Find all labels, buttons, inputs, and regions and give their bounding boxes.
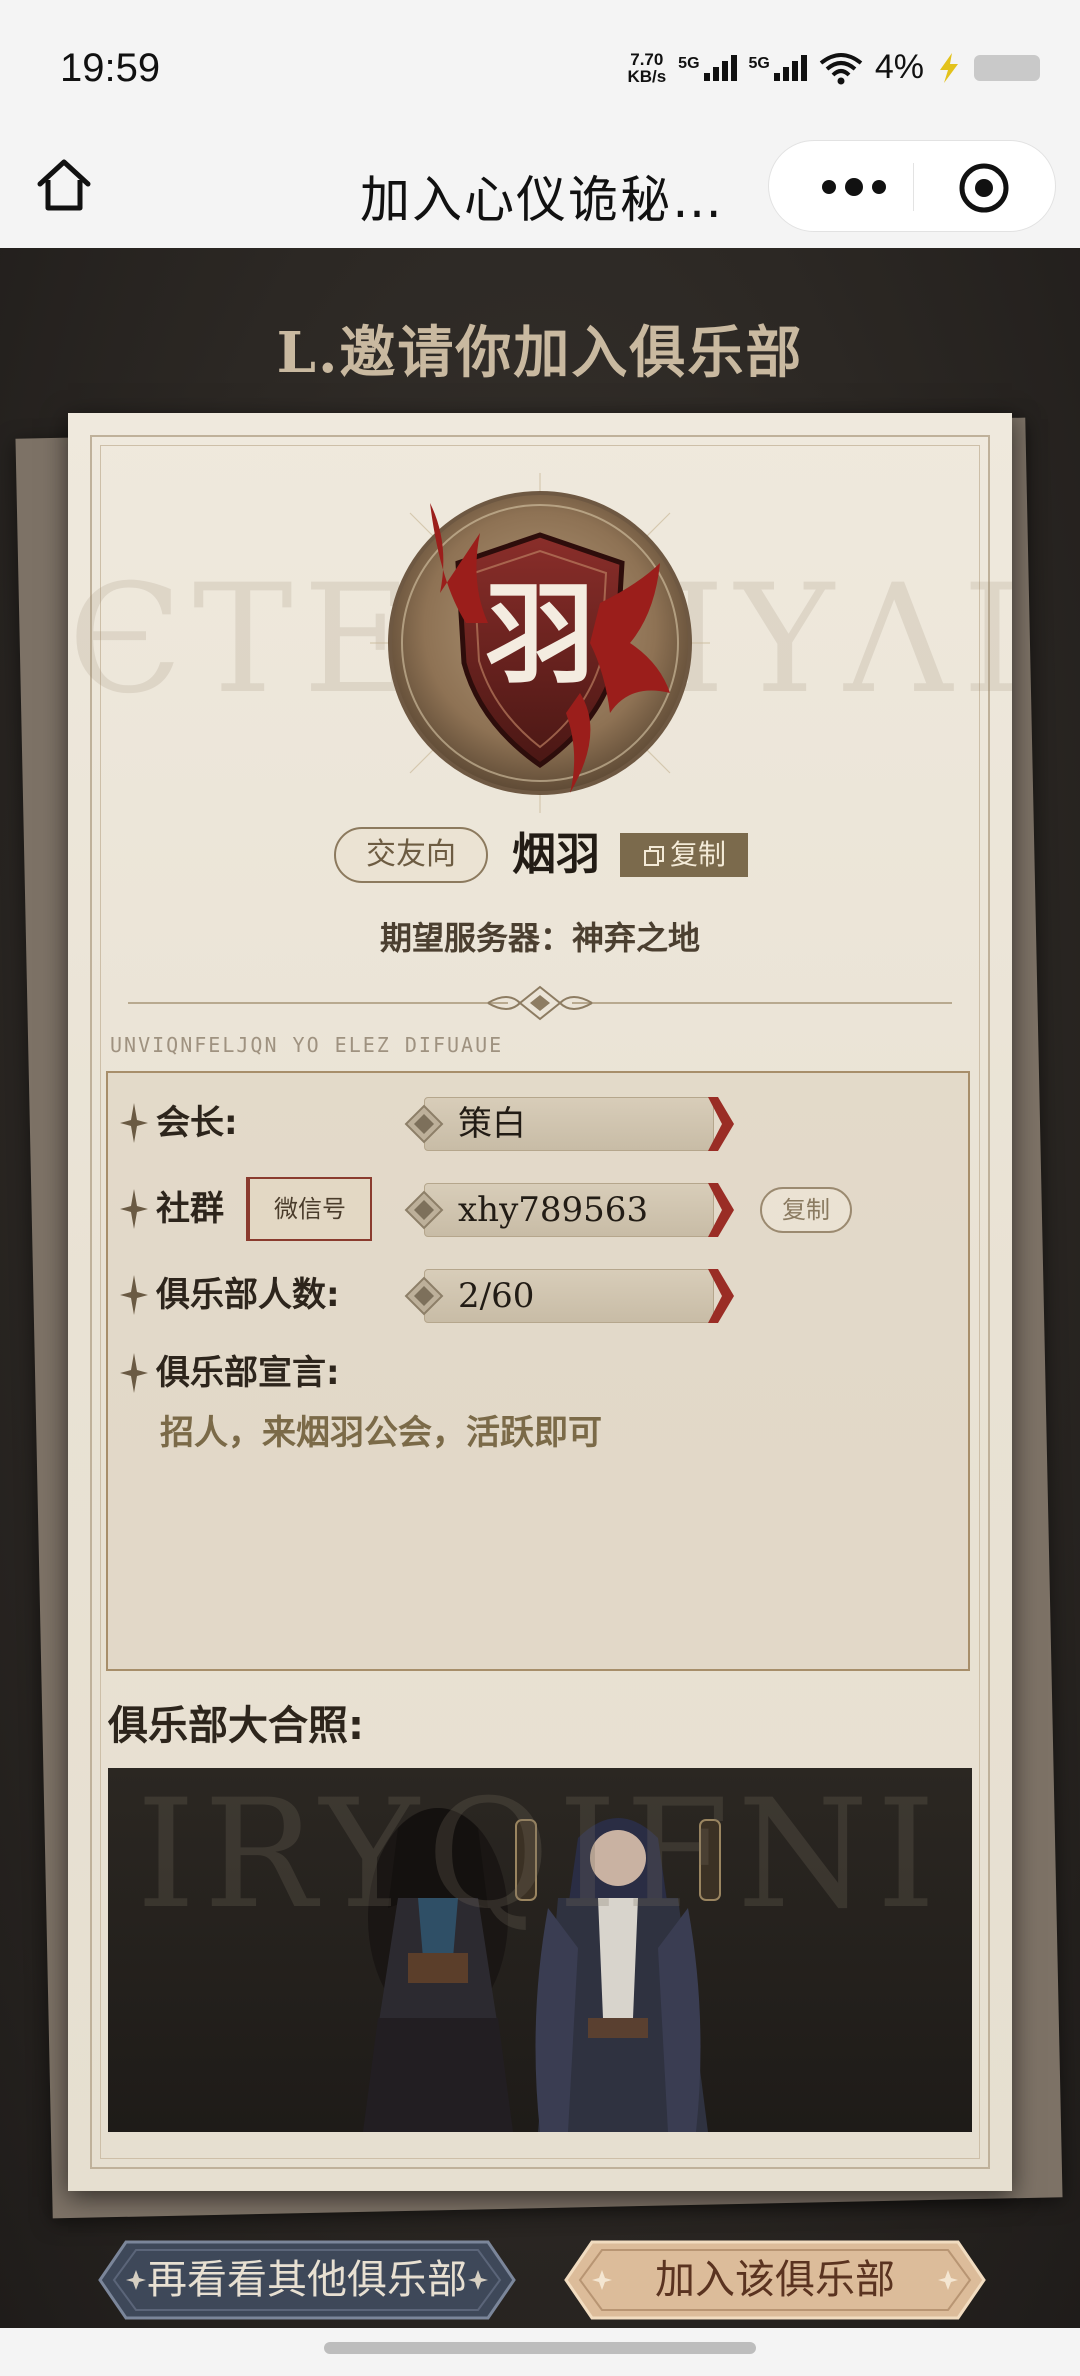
leader-row: 会长: 策白 (108, 1093, 972, 1153)
home-indicator[interactable] (324, 2342, 756, 2354)
copy-club-name-button[interactable]: 复制 (620, 833, 748, 877)
invite-heading: L.邀请你加入俱乐部 (276, 320, 804, 386)
battery-icon (974, 54, 1040, 81)
browse-other-clubs-label: 再看看其他俱乐部 (147, 2257, 467, 2303)
more-icon[interactable] (809, 141, 899, 233)
community-label: 社群 (156, 1189, 224, 1229)
page-title: 加入心仪诡秘… (360, 171, 724, 229)
members-value-box: 2/60 (404, 1269, 734, 1323)
capsule-menu (768, 140, 1056, 232)
capsule-divider (913, 163, 914, 211)
invitation-card: ЄΤΕΖ ΠΥΛΙΩ ΕΙΝ (68, 413, 1012, 2191)
diamond-icon (404, 1276, 444, 1316)
club-emblem: 羽 (370, 473, 710, 813)
mini-program-nav-bar: 加入心仪诡秘… (0, 140, 1080, 248)
community-value-box: xhy789563 (404, 1183, 734, 1237)
expected-server: 期望服务器：神弃之地 (379, 919, 700, 957)
copy-icon (643, 846, 664, 866)
leader-value-box: 策白 (404, 1097, 734, 1151)
declaration-label: 俱乐部宣言: (156, 1353, 340, 1393)
members-label: 俱乐部人数: (156, 1275, 340, 1315)
home-icon[interactable] (34, 154, 94, 218)
join-club-label: 加入该俱乐部 (655, 2257, 895, 2303)
leader-value: 策白 (458, 1104, 526, 1144)
sparkle-icon (120, 1275, 148, 1315)
declaration-text: 招人，来烟羽公会，活跃即可 (160, 1413, 602, 1453)
battery-percent: 4% (874, 48, 924, 86)
community-type-tag: 微信号 (246, 1177, 372, 1241)
declaration-row: 俱乐部宣言: (108, 1343, 972, 1403)
club-name-row: 交友向 烟羽 复制 (68, 823, 1012, 887)
group-photo: IRYQIFNI (108, 1768, 972, 2132)
status-time: 19:59 (60, 46, 161, 90)
emblem-character: 羽 (485, 570, 595, 699)
copy-wechat-button[interactable]: 复制 (760, 1187, 852, 1233)
invitation-page: L.邀请你加入俱乐部 ЄΤΕΖ ΠΥΛΙΩ ΕΙΝ (0, 248, 1080, 2328)
network-speed: 7.70 KB/s (627, 49, 667, 86)
join-club-button[interactable]: 加入该俱乐部 (562, 2238, 988, 2322)
sparkle-icon (120, 1103, 148, 1143)
photo-decorative-runes: IRYQIFNI (136, 1768, 944, 1942)
members-row: 俱乐部人数: 2/60 (108, 1265, 972, 1325)
signal-icon-sim1: 5G (678, 54, 737, 81)
wifi-icon (819, 52, 863, 84)
ornament-divider (128, 985, 952, 1021)
status-icons: 7.70 KB/s 5G 5G 4% (627, 48, 1040, 87)
sparkle-icon (120, 1189, 148, 1229)
members-value: 2/60 (458, 1276, 535, 1316)
group-photo-title: 俱乐部大合照: (108, 1703, 364, 1749)
decorative-rune-line: UNVIQNFELJQN YO ELEZ DIFUAUE (110, 1033, 504, 1057)
charging-bolt-icon (940, 52, 958, 83)
diamond-icon (404, 1190, 444, 1230)
diamond-icon (404, 1104, 444, 1144)
sparkle-icon (120, 1353, 148, 1393)
browse-other-clubs-button[interactable]: 再看看其他俱乐部 (96, 2238, 518, 2322)
club-name: 烟羽 (512, 829, 600, 880)
close-mini-program-icon[interactable] (957, 161, 1011, 215)
community-row: 社群 微信号 xhy789563 复制 (108, 1177, 972, 1241)
club-info-panel: 会长: 策白 社群 微信号 xhy789563 复制 俱乐部人数: 2/60 俱… (106, 1071, 970, 1671)
wechat-id-value: xhy789563 (458, 1190, 649, 1230)
leader-label: 会长: (156, 1103, 238, 1143)
status-bar: 19:59 7.70 KB/s 5G 5G 4% (0, 0, 1080, 140)
signal-icon-sim2: 5G (749, 54, 807, 81)
club-type-tag: 交友向 (334, 827, 488, 883)
